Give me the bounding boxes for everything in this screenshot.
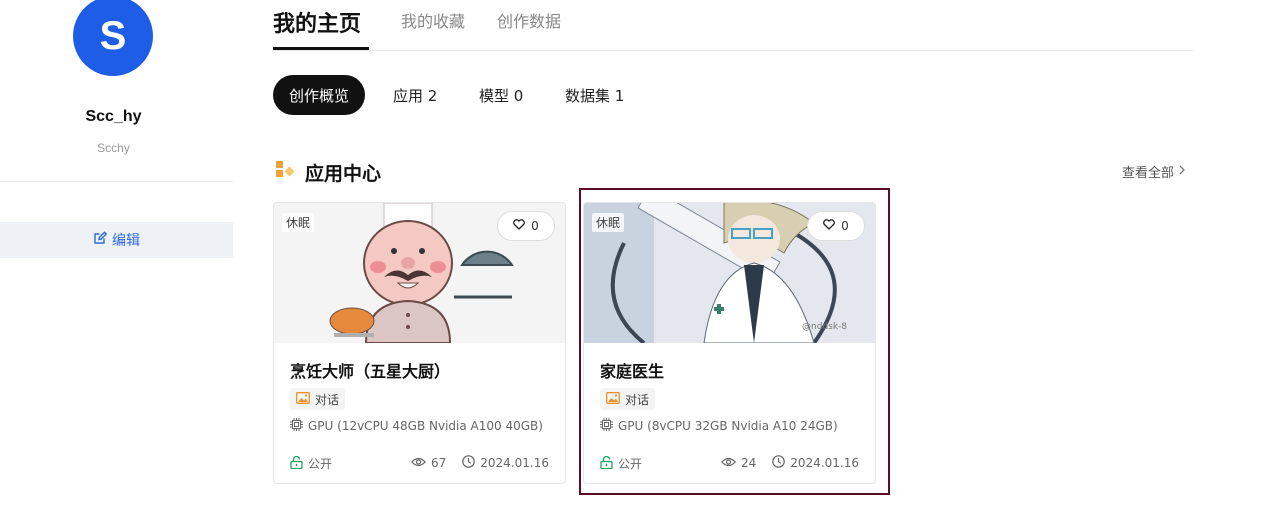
cpu-chip-icon — [600, 418, 613, 434]
heart-icon — [513, 219, 526, 233]
cpu-chip-icon — [290, 418, 303, 434]
publish-date: 2024.01.16 — [480, 456, 549, 470]
unlock-icon — [290, 455, 303, 472]
status-tag: 休眠 — [282, 213, 315, 232]
gpu-spec: GPU (12vCPU 48GB Nvidia A100 40GB) — [290, 418, 543, 434]
avatar[interactable]: S — [73, 0, 153, 76]
subtab-datasets[interactable]: 数据集 1 — [565, 75, 624, 115]
publish-date: 2024.01.16 — [790, 456, 859, 470]
card-meta: 24 2024.01.16 — [720, 455, 859, 471]
edit-icon — [93, 231, 108, 249]
svg-text:@nddsk-8: @nddsk-8 — [802, 322, 847, 332]
gpu-spec: GPU (8vCPU 32GB Nvidia A10 24GB) — [600, 418, 838, 434]
visibility-label: 公开 — [618, 457, 643, 471]
clock-icon — [462, 455, 476, 471]
like-count: 0 — [841, 219, 849, 233]
view-count: 24 — [741, 456, 757, 470]
visibility-status: 公开 — [600, 455, 642, 472]
visibility-status: 公开 — [290, 455, 332, 472]
view-count: 67 — [431, 456, 447, 470]
status-tag: 休眠 — [592, 213, 625, 232]
chevron-right-icon — [1178, 164, 1186, 179]
app-card[interactable]: @nddsk-8 休眠 0 家庭医生 对话 GPU (8vCPU 32GB Nv… — [583, 202, 876, 484]
user-handle: Scchy — [97, 141, 130, 155]
view-all-link[interactable]: 查看全部 — [1122, 162, 1186, 181]
unlock-icon — [600, 455, 613, 472]
gpu-spec-label: GPU (12vCPU 48GB Nvidia A100 40GB) — [308, 419, 543, 433]
card-title: 家庭医生 — [600, 362, 665, 381]
active-tab-indicator — [273, 47, 369, 50]
view-all-label: 查看全部 — [1122, 166, 1175, 181]
image-icon — [296, 391, 310, 407]
type-tag-label: 对话 — [625, 392, 650, 407]
card-title: 烹饪大师（五星大厨） — [290, 362, 451, 381]
type-tag-label: 对话 — [315, 392, 340, 407]
app-center-icon — [276, 161, 295, 179]
like-count: 0 — [531, 219, 539, 233]
top-tabs: 我的主页 我的收藏 创作数据 — [273, 0, 1193, 51]
eye-icon — [720, 456, 737, 470]
card-meta: 67 2024.01.16 — [410, 455, 549, 471]
subtab-overview[interactable]: 创作概览 — [273, 75, 366, 115]
edit-profile-button[interactable]: 编辑 — [0, 222, 233, 258]
gpu-spec-label: GPU (8vCPU 32GB Nvidia A10 24GB) — [618, 419, 838, 433]
sidebar-divider — [0, 181, 233, 182]
like-button[interactable]: 0 — [807, 211, 865, 241]
visibility-label: 公开 — [308, 457, 333, 471]
edit-profile-label: 编辑 — [112, 233, 140, 249]
username: Scc_hy — [85, 108, 142, 125]
heart-icon — [823, 219, 836, 233]
tab-creation-data[interactable]: 创作数据 — [497, 8, 561, 32]
type-tag: 对话 — [290, 388, 346, 410]
subtab-models[interactable]: 模型 0 — [479, 75, 523, 115]
section-title: 应用中心 — [305, 163, 382, 185]
image-icon — [606, 391, 620, 407]
type-tag: 对话 — [600, 388, 656, 410]
tab-my-favorites[interactable]: 我的收藏 — [401, 8, 465, 32]
like-button[interactable]: 0 — [497, 211, 555, 241]
clock-icon — [772, 455, 786, 471]
app-card[interactable]: 休眠 0 烹饪大师（五星大厨） 对话 GPU (12vCPU 48GB Nvid… — [273, 202, 566, 484]
tab-my-homepage[interactable]: 我的主页 — [273, 6, 361, 38]
eye-icon — [410, 456, 427, 470]
subtab-apps[interactable]: 应用 2 — [393, 75, 437, 115]
